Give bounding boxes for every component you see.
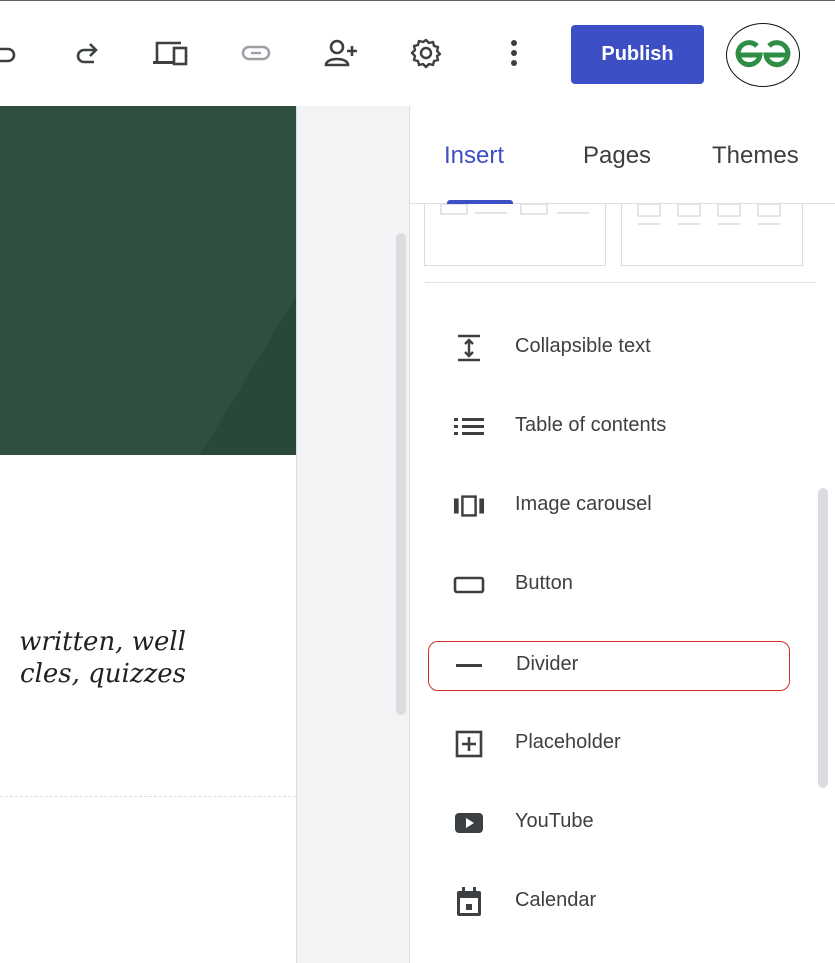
body-text[interactable]: written, well cles, quizzes — [0, 626, 296, 690]
insert-item-youtube[interactable]: YouTube — [425, 797, 805, 847]
share-icon[interactable] — [323, 35, 359, 71]
table-of-contents-icon — [453, 414, 485, 440]
link-icon[interactable] — [238, 35, 274, 71]
insert-item-label: YouTube — [515, 810, 594, 832]
body-line: written, well — [19, 627, 186, 657]
tab-pages[interactable]: Pages — [583, 142, 651, 170]
button-icon — [453, 572, 485, 598]
insert-item-label: Collapsible text — [515, 335, 651, 357]
tab-insert[interactable]: Insert — [444, 142, 504, 170]
more-vert-icon[interactable] — [496, 35, 532, 71]
site-canvas: written, well cles, quizzes — [0, 106, 296, 963]
insert-item-collapsible-text[interactable]: Collapsible text — [425, 322, 805, 372]
top-toolbar: Publish — [0, 0, 835, 106]
section-divider — [0, 796, 296, 797]
tab-themes[interactable]: Themes — [712, 142, 799, 170]
layout-preview-icon — [637, 204, 781, 225]
hero-banner[interactable] — [0, 106, 296, 455]
insert-item-label: Table of contents — [515, 414, 667, 436]
insert-item-label: Calendar — [515, 889, 597, 911]
insert-item-placeholder[interactable]: Placeholder — [425, 718, 805, 768]
panel-tabs: Insert Pages Themes — [410, 106, 835, 204]
insert-item-label: Button — [515, 572, 573, 594]
avatar[interactable] — [726, 23, 800, 87]
layout-thumbnail[interactable] — [621, 204, 803, 266]
publish-button[interactable]: Publish — [571, 25, 704, 84]
youtube-icon — [453, 810, 485, 836]
insert-item-label: Placeholder — [515, 731, 621, 753]
insert-item-label: Image carousel — [515, 493, 652, 515]
insert-item-image-carousel[interactable]: Image carousel — [425, 480, 805, 530]
canvas-scrollbar[interactable] — [396, 233, 406, 715]
redo-icon[interactable] — [70, 35, 106, 71]
placeholder-icon — [453, 730, 485, 758]
calendar-icon — [453, 887, 485, 916]
insert-item-label: Divider — [516, 653, 579, 675]
settings-icon[interactable] — [408, 35, 444, 71]
layout-preview-icon — [440, 204, 589, 215]
undo-icon[interactable] — [0, 35, 22, 71]
divider-icon — [453, 653, 485, 679]
canvas-gutter — [296, 106, 409, 963]
collapsible-text-icon — [453, 334, 485, 362]
body-line: cles, quizzes — [20, 659, 186, 689]
insert-item-calendar[interactable]: Calendar — [425, 876, 805, 926]
insert-item-divider[interactable]: Divider — [428, 641, 790, 691]
insert-item-button[interactable]: Button — [425, 559, 805, 609]
panel-scrollbar[interactable] — [818, 488, 828, 788]
panel-separator — [425, 282, 816, 283]
insert-panel: Insert Pages Themes Collapsible text Tab… — [409, 106, 835, 963]
geeksforgeeks-logo-icon — [735, 40, 791, 68]
hero-shading — [200, 296, 296, 455]
image-carousel-icon — [453, 493, 485, 519]
insert-item-table-of-contents[interactable]: Table of contents — [425, 401, 805, 451]
preview-icon[interactable] — [153, 35, 189, 71]
layout-thumbnail[interactable] — [424, 204, 606, 266]
